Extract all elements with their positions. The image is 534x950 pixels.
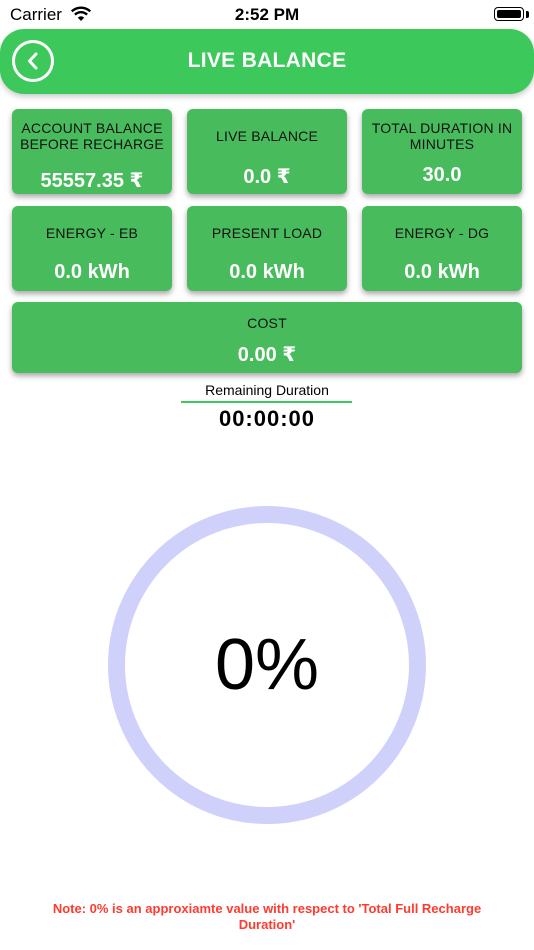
energy-dg-card: ENERGY - DG 0.0 kWh (362, 206, 522, 291)
progress-percent: 0% (214, 625, 320, 705)
account-balance-card: ACCOUNT BALANCE BEFORE RECHARGE 55557.35… (12, 109, 172, 194)
live-balance-card: LIVE BALANCE 0.0 ₹ (187, 109, 347, 194)
total-duration-value: 30.0 (422, 164, 462, 186)
remaining-duration-label: Remaining Duration (205, 382, 329, 398)
remaining-duration-time: 00:00:00 (218, 406, 316, 431)
live-balance-label: LIVE BALANCE (216, 128, 318, 144)
live-balance-value: 0.0 ₹ (243, 166, 291, 188)
present-load-label: PRESENT LOAD (211, 225, 323, 241)
note-text: Note: 0% is an approxiamte value with re… (52, 901, 482, 932)
present-load-value: 0.0 kWh (229, 261, 305, 283)
energy-dg-label: ENERGY - DG (394, 225, 490, 241)
energy-eb-value: 0.0 kWh (54, 261, 130, 283)
battery-icon (494, 7, 524, 21)
divider (181, 401, 352, 403)
account-balance-label: ACCOUNT BALANCE BEFORE RECHARGE (20, 120, 164, 152)
total-duration-card: TOTAL DURATION IN MINUTES 30.0 (362, 109, 522, 194)
energy-eb-card: ENERGY - EB 0.0 kWh (12, 206, 172, 291)
present-load-card: PRESENT LOAD 0.0 kWh (187, 206, 347, 291)
page-title: LIVE BALANCE (187, 49, 347, 72)
cost-label: COST (247, 315, 287, 331)
energy-eb-label: ENERGY - EB (45, 225, 139, 241)
account-balance-value: 55557.35 ₹ (40, 170, 144, 192)
status-bar: Carrier 2:52 PM (0, 0, 534, 30)
cost-card: COST 0.00 ₹ (12, 302, 522, 373)
header-bar: LIVE BALANCE (0, 29, 534, 94)
total-duration-label: TOTAL DURATION IN MINUTES (371, 120, 513, 152)
battery-nub (526, 11, 529, 18)
cost-value: 0.00 ₹ (237, 344, 297, 366)
energy-dg-value: 0.0 kWh (404, 261, 480, 283)
status-time: 2:52 PM (234, 5, 300, 24)
